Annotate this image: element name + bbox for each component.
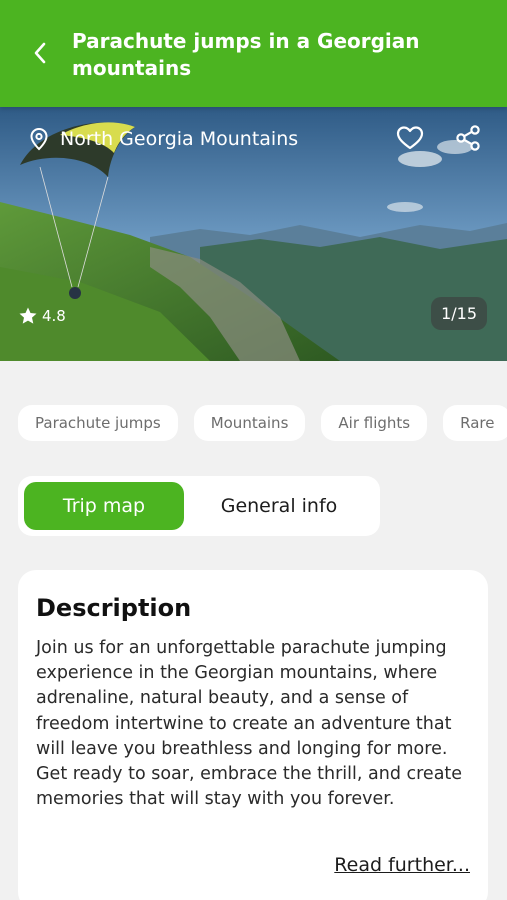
view-toggle: Trip map General info	[18, 476, 380, 536]
hero-image[interactable]: North Georgia Mountains 4.8 1/15	[0, 107, 507, 361]
share-icon[interactable]	[453, 123, 483, 153]
tag-parachute-jumps[interactable]: Parachute jumps	[18, 405, 178, 441]
image-counter: 1/15	[431, 297, 487, 330]
chevron-left-icon	[34, 42, 46, 64]
location-pin-icon	[30, 127, 48, 151]
location-label: North Georgia Mountains	[60, 128, 299, 150]
tag-rare[interactable]: Rare	[443, 405, 507, 441]
back-button[interactable]	[28, 38, 52, 68]
tag-mountains[interactable]: Mountains	[193, 405, 306, 441]
description-body: Join us for an unforgettable parachute j…	[36, 638, 463, 810]
description-card: Description Join us for an unforgettable…	[18, 570, 488, 900]
tab-trip-map[interactable]: Trip map	[24, 482, 184, 530]
read-further-link[interactable]: Read further...	[334, 854, 470, 876]
app-header: Parachute jumps in a Georgian mountains	[0, 0, 507, 107]
page-title: Parachute jumps in a Georgian mountains	[72, 29, 420, 80]
description-title: Description	[36, 594, 192, 622]
tab-general-info[interactable]: General info	[184, 482, 374, 530]
star-icon	[19, 307, 37, 324]
location-row: North Georgia Mountains	[28, 127, 298, 151]
hero-actions	[395, 123, 483, 153]
tag-air-flights[interactable]: Air flights	[321, 405, 428, 441]
heart-icon[interactable]	[395, 123, 425, 153]
tag-list: Parachute jumps Mountains Air flights Ra…	[18, 405, 507, 443]
rating: 4.8	[18, 306, 66, 326]
rating-value: 4.8	[42, 307, 66, 325]
